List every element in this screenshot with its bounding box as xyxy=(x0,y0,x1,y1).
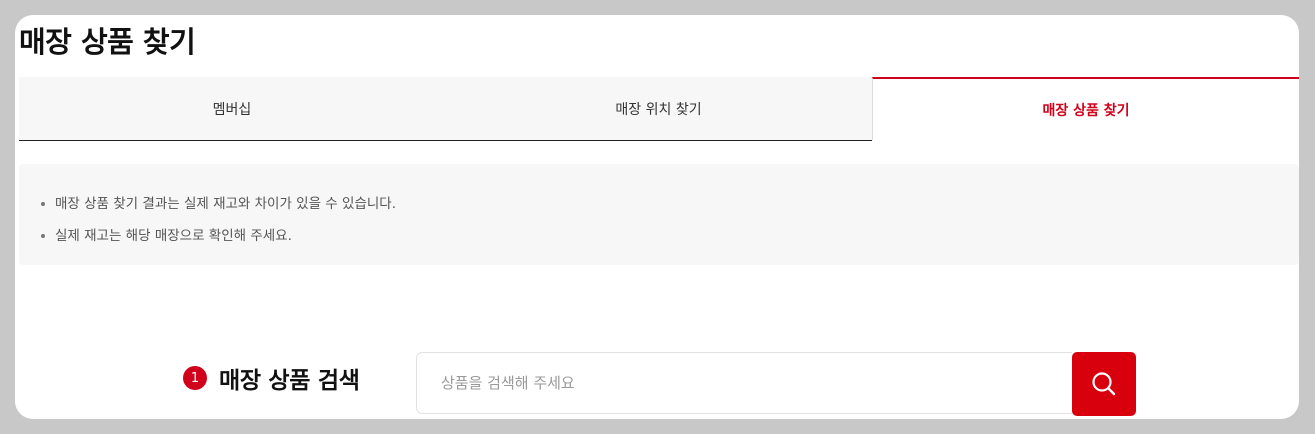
notice-item: 매장 상품 찾기 결과는 실제 재고와 차이가 있을 수 있습니다. xyxy=(41,188,1299,220)
search-icon xyxy=(1092,372,1116,396)
product-search-input[interactable] xyxy=(416,352,1072,414)
notice-list: 매장 상품 찾기 결과는 실제 재고와 차이가 있을 수 있습니다. 실제 재고… xyxy=(19,164,1299,252)
notice-item: 실제 재고는 해당 매장으로 확인해 주세요. xyxy=(41,220,1299,252)
search-section-label: 1 매장 상품 검색 xyxy=(183,361,360,395)
bullet-icon xyxy=(41,202,45,206)
tab-membership[interactable]: 멤버십 xyxy=(19,77,445,141)
notice-text: 실제 재고는 해당 매장으로 확인해 주세요. xyxy=(55,228,292,244)
page-title: 매장 상품 찾기 xyxy=(19,25,196,59)
tab-store-product-search[interactable]: 매장 상품 찾기 xyxy=(872,77,1299,140)
step-number-badge: 1 xyxy=(183,366,207,390)
tab-bar: 멤버십 매장 위치 찾기 매장 상품 찾기 xyxy=(19,77,1299,141)
main-card: 매장 상품 찾기 멤버십 매장 위치 찾기 매장 상품 찾기 매장 상품 찾기 … xyxy=(15,15,1299,419)
search-section-title: 매장 상품 검색 xyxy=(219,368,360,394)
search-button[interactable] xyxy=(1072,352,1136,416)
tab-store-location[interactable]: 매장 위치 찾기 xyxy=(445,77,872,141)
bullet-icon xyxy=(41,234,45,238)
notice-box: 매장 상품 찾기 결과는 실제 재고와 차이가 있을 수 있습니다. 실제 재고… xyxy=(19,164,1299,265)
notice-text: 매장 상품 찾기 결과는 실제 재고와 차이가 있을 수 있습니다. xyxy=(55,196,396,212)
